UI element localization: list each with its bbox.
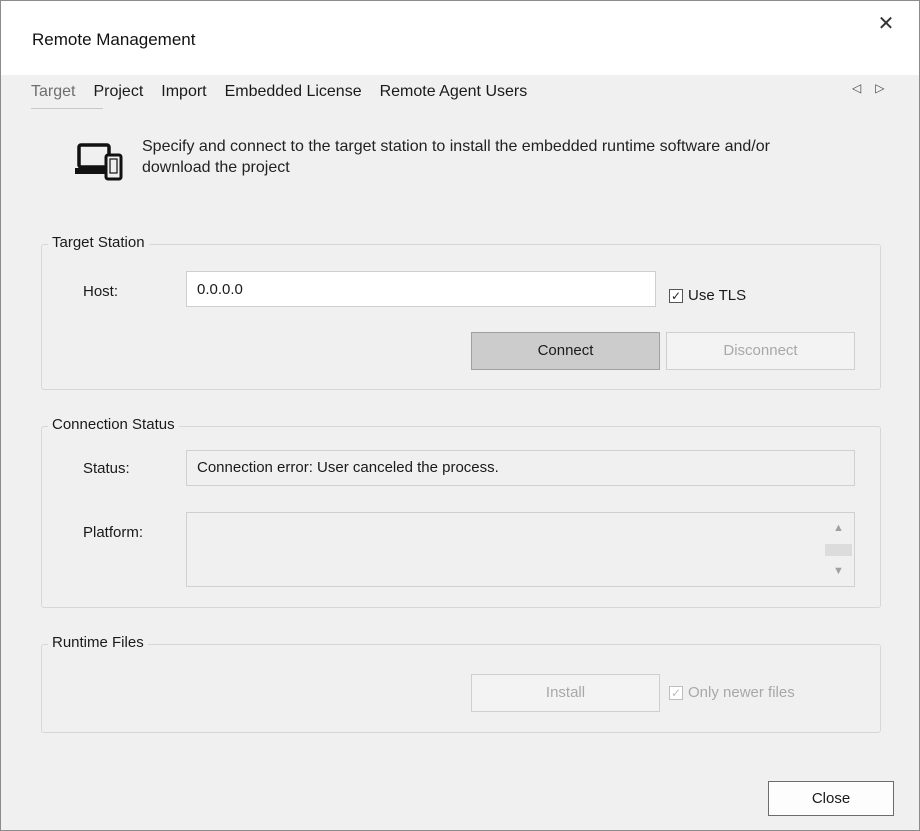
connection-status-group: Connection Status Status: Connection err… bbox=[41, 416, 881, 608]
scroll-thumb[interactable] bbox=[825, 544, 852, 556]
only-newer-files-checkbox[interactable]: ✓ bbox=[669, 686, 683, 700]
remote-management-dialog: Remote Management ✕ Target Project Impor… bbox=[0, 0, 920, 831]
target-station-group: Target Station Host: ✓ Use TLS Connect D… bbox=[41, 234, 881, 390]
platform-scrollbar[interactable]: ▲ ▼ bbox=[824, 513, 853, 586]
install-button[interactable]: Install bbox=[471, 674, 660, 712]
runtime-files-legend: Runtime Files bbox=[48, 634, 148, 651]
runtime-files-group: Runtime Files Install ✓ Only newer files bbox=[41, 634, 881, 733]
status-label: Status: bbox=[83, 460, 130, 477]
platform-textarea[interactable]: ▲ ▼ bbox=[186, 512, 855, 587]
platform-label: Platform: bbox=[83, 524, 144, 541]
window-title: Remote Management bbox=[32, 30, 196, 49]
scroll-up-icon[interactable]: ▲ bbox=[824, 513, 853, 543]
target-station-legend: Target Station bbox=[48, 234, 149, 251]
disconnect-button[interactable]: Disconnect bbox=[666, 332, 855, 370]
use-tls-label: Use TLS bbox=[688, 287, 747, 304]
connect-button[interactable]: Connect bbox=[471, 332, 660, 370]
tab-strip: Target Project Import Embedded License R… bbox=[31, 77, 545, 107]
status-value: Connection error: User canceled the proc… bbox=[186, 450, 855, 486]
host-input[interactable] bbox=[186, 271, 656, 307]
host-label: Host: bbox=[83, 283, 119, 300]
tab-import[interactable]: Import bbox=[161, 83, 206, 101]
tab-next-icon[interactable]: ▷ bbox=[875, 81, 884, 95]
intro-description: Specify and connect to the target statio… bbox=[142, 138, 770, 176]
tab-embedded-license[interactable]: Embedded License bbox=[225, 83, 362, 101]
tab-remote-agent-users[interactable]: Remote Agent Users bbox=[380, 83, 528, 101]
only-newer-files-label: Only newer files bbox=[688, 684, 795, 701]
active-tab-indicator bbox=[31, 108, 103, 109]
connection-status-legend: Connection Status bbox=[48, 416, 179, 433]
scroll-down-icon[interactable]: ▼ bbox=[824, 556, 853, 586]
tab-target[interactable]: Target bbox=[31, 83, 75, 101]
close-icon[interactable]: ✕ bbox=[875, 13, 897, 35]
tab-prev-icon[interactable]: ◁ bbox=[852, 81, 861, 95]
devices-icon bbox=[75, 141, 123, 186]
use-tls-checkbox[interactable]: ✓ bbox=[669, 289, 683, 303]
tab-project[interactable]: Project bbox=[93, 83, 143, 101]
close-button[interactable]: Close bbox=[768, 781, 894, 816]
title-bar: Remote Management ✕ bbox=[1, 1, 919, 75]
tab-scroll-controls: ◁ ▷ bbox=[852, 81, 884, 95]
